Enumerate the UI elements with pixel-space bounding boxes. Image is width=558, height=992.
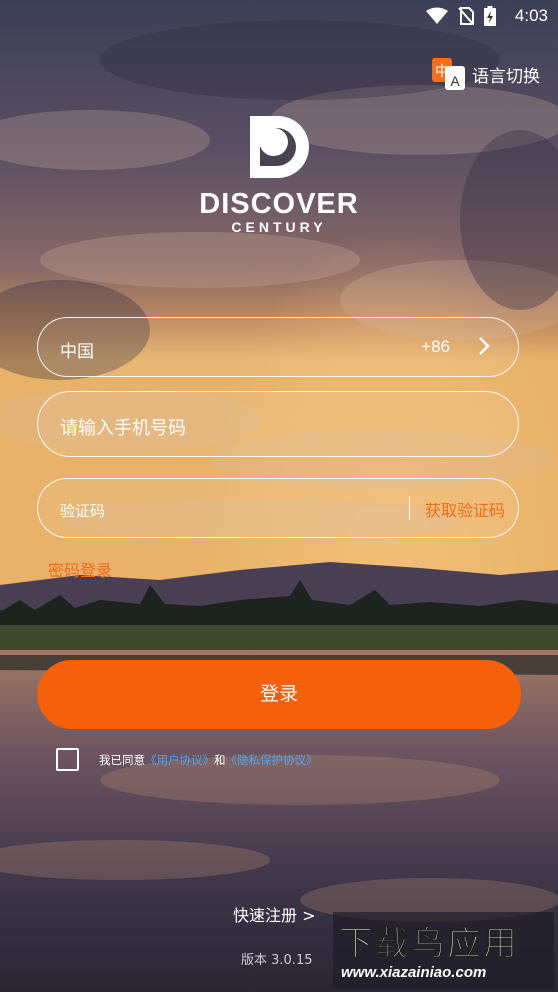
get-code-button[interactable]: 获取验证码: [425, 497, 505, 521]
phone-input-placeholder: 请输入手机号码: [60, 418, 186, 439]
privacy-policy-link[interactable]: 《隐私保护协议》: [226, 753, 318, 767]
site-watermark: 下载鸟应用 www.xiazainiao.com: [333, 912, 554, 990]
no-sim-icon: [458, 7, 474, 25]
user-agreement-link[interactable]: 《用户协议》: [145, 753, 214, 767]
logo-title: DISCOVER: [199, 188, 359, 220]
verification-code-placeholder: 验证码: [60, 502, 106, 520]
agreement-checkbox[interactable]: [56, 748, 79, 771]
language-switch-button[interactable]: 中 A 语言切换: [432, 58, 540, 90]
battery-charging-icon: [484, 6, 496, 26]
agreement-row: 我已同意《用户协议》和《隐私保护协议》: [56, 748, 318, 771]
discover-logo-icon: [250, 116, 309, 178]
quick-register-link[interactable]: 快速注册 >: [233, 902, 316, 926]
language-switch-label: 语言切换: [472, 66, 540, 87]
phone-input[interactable]: 请输入手机号码: [37, 391, 519, 457]
logo-subtitle: CENTURY: [231, 219, 327, 235]
translate-icon: 中 A: [432, 58, 466, 90]
country-selector[interactable]: 中国 +86: [37, 317, 519, 377]
chevron-right-icon: [479, 337, 490, 355]
watermark-title: 下载鸟应用: [339, 924, 519, 965]
wifi-icon: [426, 7, 448, 24]
agreement-conjunction: 和: [214, 752, 226, 767]
field-divider: [408, 496, 410, 520]
login-button[interactable]: 登录: [37, 660, 521, 729]
agreement-text: 我已同意《用户协议》和《隐私保护协议》: [99, 752, 318, 768]
translate-icon-cn-glyph: 中: [435, 64, 449, 80]
app-version: 版本 3.0.15: [241, 953, 313, 968]
translate-icon-en-glyph: A: [450, 73, 460, 89]
status-bar: 4:03: [0, 0, 558, 30]
watermark-url: www.xiazainiao.com: [341, 964, 487, 981]
country-code: +86: [421, 337, 450, 356]
app-logo: DISCOVER CENTURY: [0, 112, 558, 235]
status-icons: [426, 6, 496, 26]
password-login-link[interactable]: 密码登录: [48, 557, 112, 581]
verification-code-input[interactable]: 验证码 获取验证码: [37, 478, 519, 538]
country-name: 中国: [60, 342, 94, 362]
agreement-prefix: 我已同意: [99, 752, 145, 767]
status-time: 4:03: [514, 6, 548, 25]
